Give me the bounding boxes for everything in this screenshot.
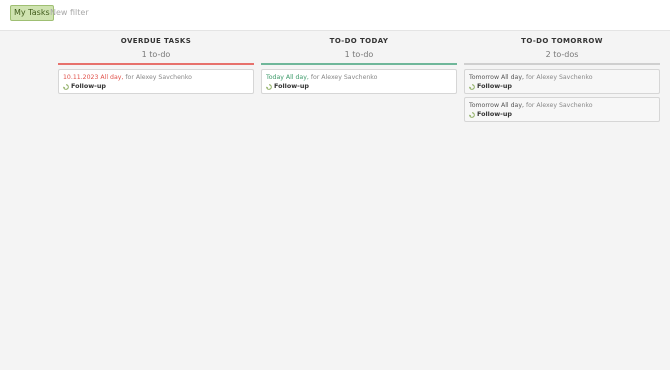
task-assignee[interactable]: for Alexey Savchenko	[526, 102, 593, 109]
task-assignee[interactable]: for Alexey Savchenko	[526, 74, 593, 81]
task-type-label[interactable]: Follow-up	[274, 82, 309, 91]
task-type: Follow-up	[469, 110, 655, 119]
follow-up-icon	[469, 111, 475, 118]
todo-today-column: TO-DO TODAY 1 to-do Today All day, for A…	[261, 36, 457, 97]
task-type-label[interactable]: Follow-up	[477, 82, 512, 91]
task-due-date: Tomorrow All day,	[469, 74, 524, 81]
task-card[interactable]: Today All day, for Alexey Savchenko Foll…	[261, 69, 457, 94]
task-meta: Tomorrow All day, for Alexey Savchenko	[469, 73, 655, 82]
follow-up-icon	[469, 83, 475, 90]
column-count: 1 to-do	[141, 50, 171, 59]
task-due-date: Tomorrow All day,	[469, 102, 524, 109]
column-title: TO-DO TODAY	[329, 37, 389, 45]
column-title: OVERDUE TASKS	[120, 37, 192, 45]
column-count: 2 to-dos	[545, 50, 579, 59]
new-filter-input[interactable]: New filter	[50, 5, 89, 21]
task-assignee[interactable]: for Alexey Savchenko	[311, 74, 378, 81]
task-type-label[interactable]: Follow-up	[477, 110, 512, 119]
task-meta: Today All day, for Alexey Savchenko	[266, 73, 452, 82]
task-card[interactable]: Tomorrow All day, for Alexey Savchenko F…	[464, 69, 660, 94]
task-meta: Tomorrow All day, for Alexey Savchenko	[469, 101, 655, 110]
follow-up-icon	[63, 83, 69, 90]
task-card[interactable]: 10.11.2023 All day, for Alexey Savchenko…	[58, 69, 254, 94]
my-tasks-filter-button[interactable]: My Tasks	[10, 5, 54, 21]
column-title: TO-DO TOMORROW	[521, 37, 603, 45]
follow-up-icon	[266, 83, 272, 90]
task-card[interactable]: Tomorrow All day, for Alexey Savchenko F…	[464, 97, 660, 122]
task-type: Follow-up	[469, 82, 655, 91]
column-divider	[261, 63, 457, 65]
column-divider	[58, 63, 254, 65]
task-meta: 10.11.2023 All day, for Alexey Savchenko	[63, 73, 249, 82]
task-due-date: 10.11.2023 All day,	[63, 74, 124, 81]
filter-bar: My Tasks New filter	[0, 0, 670, 31]
task-type-label[interactable]: Follow-up	[71, 82, 106, 91]
todo-tomorrow-column: TO-DO TOMORROW 2 to-dos Tomorrow All day…	[464, 36, 660, 125]
overdue-tasks-column: OVERDUE TASKS 1 to-do 10.11.2023 All day…	[58, 36, 254, 97]
column-divider	[464, 63, 660, 65]
task-type: Follow-up	[63, 82, 249, 91]
column-count: 1 to-do	[344, 50, 374, 59]
task-assignee[interactable]: for Alexey Savchenko	[125, 74, 192, 81]
task-due-date: Today All day,	[266, 74, 309, 81]
task-type: Follow-up	[266, 82, 452, 91]
